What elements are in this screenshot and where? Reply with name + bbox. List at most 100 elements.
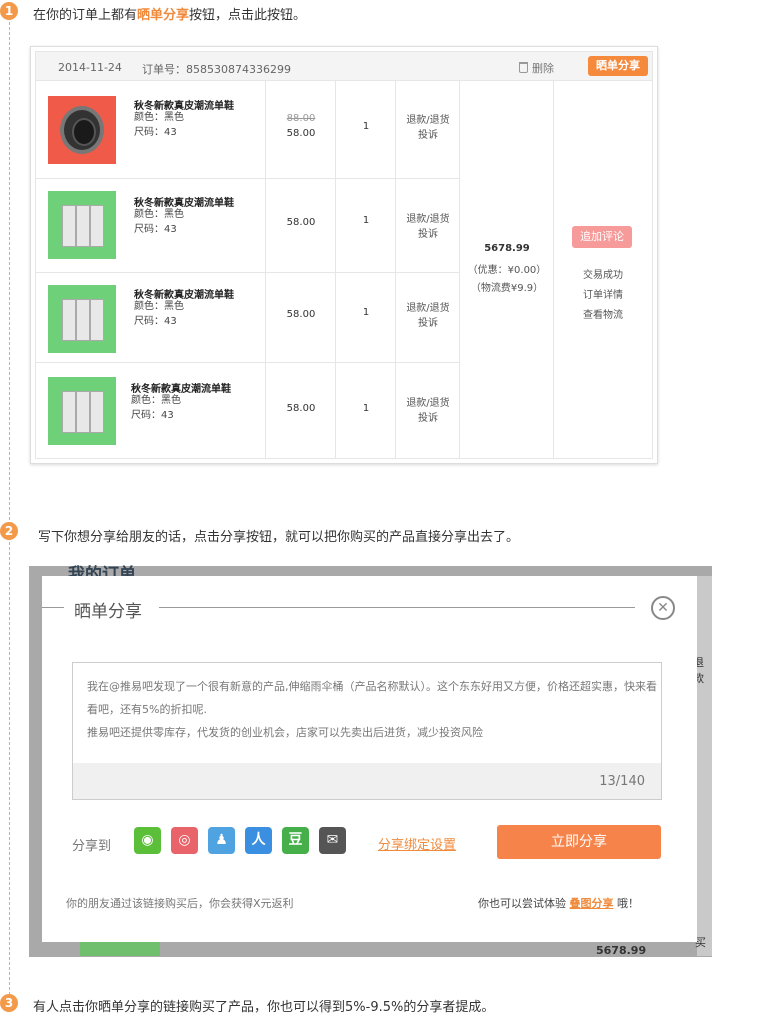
step-connector-line (9, 22, 10, 1000)
heater-icon (62, 205, 76, 247)
wechat-icon[interactable]: ◉ (134, 827, 161, 854)
unit-price: 58.00 (286, 403, 316, 414)
complaint-link[interactable]: 投诉 (396, 316, 460, 331)
add-review-button[interactable]: 追加评论 (572, 226, 632, 248)
product-cell: 秋冬新款真皮潮流单鞋 颜色：黑色 尺码：43 (36, 81, 266, 178)
heater-icon (90, 299, 104, 341)
price-cell: 58.00 (266, 363, 336, 458)
price-cell: 58.00 (266, 179, 336, 272)
title-rule-left (42, 607, 64, 608)
service-cell: 退款/退货 投诉 (396, 81, 460, 178)
order-shipping: （物流费¥9.9） (470, 283, 544, 294)
product-thumbnail[interactable] (48, 96, 116, 164)
order-item-row: 秋冬新款真皮潮流单鞋 颜色：黑色 尺码：43 58.00 1 退款/退货 投诉 (36, 363, 460, 459)
order-status-cell: 追加评论 交易成功 订单详情 查看物流 (554, 81, 652, 459)
qty-cell: 1 (336, 273, 396, 362)
price-cell: 88.00 58.00 (266, 81, 336, 178)
watch-icon (60, 106, 104, 154)
heater-icon (62, 391, 76, 433)
try-prefix: 你也可以尝试体验 (478, 897, 570, 910)
order-item-row: 秋冬新款真皮潮流单鞋 颜色：黑色 尺码：43 58.00 1 退款/退货 投诉 (36, 179, 460, 273)
product-color: 颜色：黑色 (131, 395, 181, 406)
service-cell: 退款/退货 投诉 (396, 273, 460, 362)
quantity: 1 (362, 121, 370, 132)
heater-icon (76, 205, 90, 247)
share-dialog: 晒单分享 ✕ 我在@推易吧发现了一个很有新意的产品,伸缩雨伞桶（产品名称默认）。… (42, 576, 697, 942)
douban-icon[interactable]: 豆 (282, 827, 309, 854)
qq-icon[interactable]: ♟ (208, 827, 235, 854)
product-size: 尺码：43 (134, 127, 177, 138)
step-1-badge: 1 (0, 2, 18, 20)
share-to-label: 分享到 (72, 839, 112, 854)
product-color: 颜色：黑色 (134, 301, 184, 312)
share-message-line2: 推易吧还提供零库存，代发货的创业机会，店家可以先卖出后进货，减少投资风险 (87, 726, 483, 739)
share-order-button[interactable]: 晒单分享 (588, 56, 648, 76)
unit-price: 58.00 (286, 128, 316, 139)
service-cell: 退款/退货 投诉 (396, 179, 460, 272)
step-1-text-before: 在你的订单上都有 (33, 8, 138, 23)
step-1-highlight: 晒单分享 (137, 8, 190, 23)
order-number: 订单号：858530874336299 (142, 63, 291, 76)
refund-link[interactable]: 退款/退货 (396, 212, 460, 227)
order-card: 2014-11-24 订单号：858530874336299 删除 晒单分享 秋… (30, 46, 658, 464)
order-items-grid: 秋冬新款真皮潮流单鞋 颜色：黑色 尺码：43 88.00 58.00 1 退款/… (35, 81, 653, 459)
order-item-row: 秋冬新款真皮潮流单鞋 颜色：黑色 尺码：43 88.00 58.00 1 退款/… (36, 81, 460, 179)
qty-cell: 1 (336, 363, 396, 458)
try-collage-note: 你也可以尝试体验 叠图分享 哦！ (478, 895, 639, 911)
title-rule-right (159, 607, 635, 608)
collage-share-link[interactable]: 叠图分享 (570, 897, 614, 910)
order-header: 2014-11-24 订单号：858530874336299 删除 晒单分享 (35, 51, 653, 81)
heater-icon (62, 299, 76, 341)
share-binding-settings-link[interactable]: 分享绑定设置 (378, 834, 456, 853)
complaint-link[interactable]: 投诉 (396, 128, 460, 143)
step-1-text: 在你的订单上都有晒单分享按钮，点击此按钮。 (33, 4, 306, 23)
share-message-input[interactable]: 我在@推易吧发现了一个很有新意的产品,伸缩雨伞桶（产品名称默认）。这个东东好用又… (72, 662, 662, 800)
refund-link[interactable]: 退款/退货 (396, 301, 460, 316)
trash-icon (519, 62, 528, 73)
complaint-link[interactable]: 投诉 (396, 227, 460, 242)
rebate-note: 你的朋友通过该链接购买后，你会获得X元返利 (66, 897, 294, 910)
share-message-line1: 我在@推易吧发现了一个很有新意的产品,伸缩雨伞桶（产品名称默认）。这个东东好用又… (87, 680, 657, 716)
view-logistics-link[interactable]: 查看物流 (554, 306, 652, 321)
heater-icon (76, 391, 90, 433)
step-3-text: 有人点击你晒单分享的链接购买了产品，你也可以得到5%-9.5%的分享者提成。 (33, 1000, 495, 1015)
delete-button[interactable]: 删除 (519, 60, 554, 76)
product-color: 颜色：黑色 (134, 209, 184, 220)
refund-link[interactable]: 退款/退货 (396, 396, 460, 411)
qty-cell: 1 (336, 81, 396, 178)
close-icon[interactable]: ✕ (651, 596, 675, 620)
refund-link[interactable]: 退款/退货 (396, 113, 460, 128)
order-detail-link[interactable]: 订单详情 (554, 286, 652, 301)
unit-price: 58.00 (286, 309, 316, 320)
share-now-button[interactable]: 立即分享 (497, 825, 661, 859)
step-1-text-after: 按钮，点击此按钮。 (189, 8, 307, 23)
mail-icon[interactable]: ✉ (319, 827, 346, 854)
heater-icon (90, 391, 104, 433)
char-counter: 13/140 (599, 774, 645, 789)
order-total: 5678.99 (484, 243, 530, 254)
quantity: 1 (362, 215, 370, 226)
qty-cell: 1 (336, 179, 396, 272)
quantity: 1 (362, 307, 370, 318)
product-size: 尺码：43 (131, 410, 174, 421)
product-size: 尺码：43 (134, 316, 177, 327)
background-page-edge: 退款 买 (693, 576, 712, 956)
unit-price: 58.00 (286, 217, 316, 228)
renren-icon[interactable]: 人 (245, 827, 272, 854)
order-total-cell: 5678.99 （优惠：¥0.00） （物流费¥9.9） (460, 81, 554, 459)
product-thumbnail[interactable] (48, 285, 116, 353)
step-2-text: 写下你想分享给朋友的话，点击分享按钮，就可以把你购买的产品直接分享出去了。 (38, 530, 520, 545)
order-date: 2014-11-24 (58, 61, 122, 74)
product-thumbnail[interactable] (48, 191, 116, 259)
product-cell: 秋冬新款真皮潮流单鞋 颜色：黑色 尺码：43 (36, 273, 266, 362)
order-item-row: 秋冬新款真皮潮流单鞋 颜色：黑色 尺码：43 58.00 1 退款/退货 投诉 (36, 273, 460, 363)
complaint-link[interactable]: 投诉 (396, 411, 460, 426)
order-discount: （优惠：¥0.00） (467, 265, 547, 276)
product-thumbnail[interactable] (48, 377, 116, 445)
background-thumbnail (80, 942, 160, 956)
delete-label: 删除 (532, 62, 554, 75)
product-size: 尺码：43 (134, 224, 177, 235)
try-suffix: 哦！ (613, 897, 639, 910)
step-3-badge: 3 (0, 994, 18, 1012)
weibo-icon[interactable]: ◎ (171, 827, 198, 854)
